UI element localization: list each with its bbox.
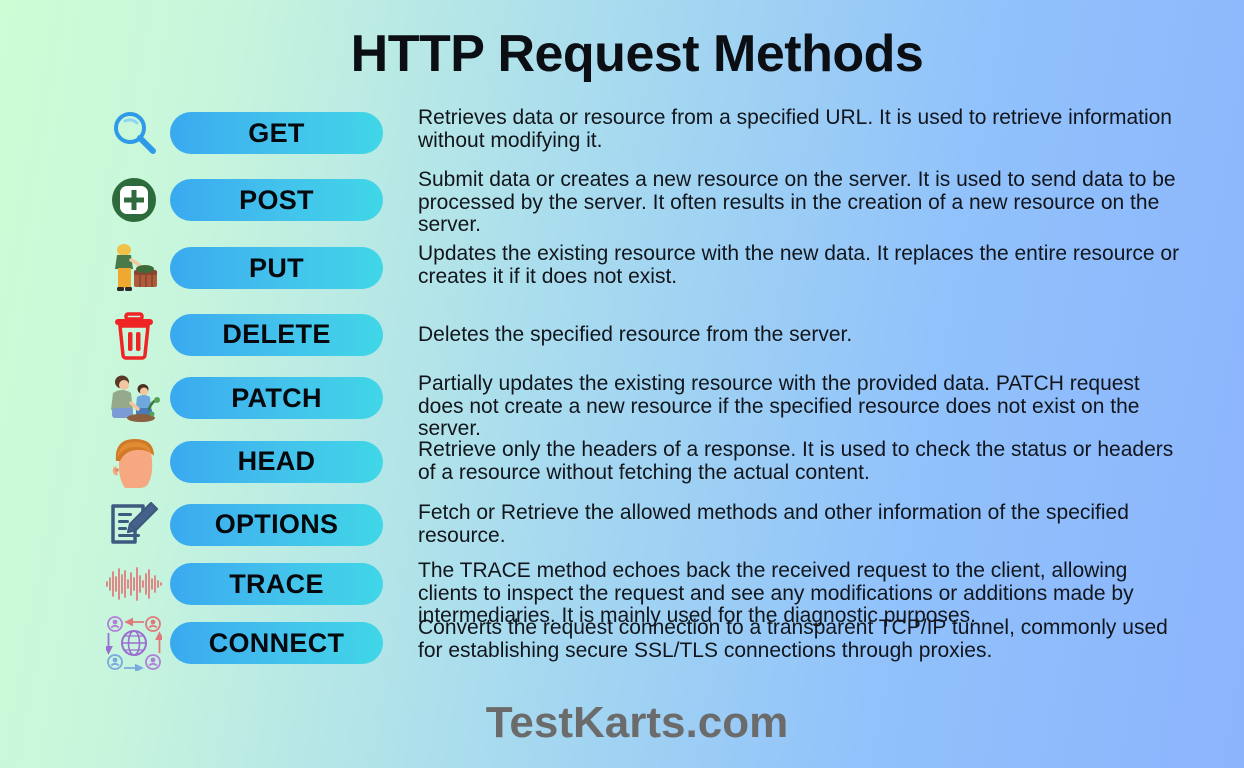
- method-row-delete: DELETE Deletes the specified resource fr…: [0, 302, 1244, 367]
- method-description-put: Updates the existing resource with the n…: [418, 242, 1180, 288]
- method-description-post: Submit data or creates a new resource on…: [418, 168, 1176, 237]
- method-pill-put[interactable]: PUT: [170, 247, 383, 289]
- method-left-trace: TRACE: [0, 555, 400, 613]
- method-row-trace: TRACE The TRACE method echoes back the r…: [0, 555, 1244, 627]
- method-row-head: HEAD Retrieve only the headers of a resp…: [0, 429, 1244, 494]
- page-title: HTTP Request Methods: [350, 25, 924, 83]
- method-description-options: Fetch or Retrieve the allowed methods an…: [418, 501, 1129, 547]
- method-row-get: GET Retrieves data or resource from a sp…: [0, 100, 1244, 166]
- audio-waveform-icon: [103, 558, 165, 610]
- method-left-get: GET: [0, 100, 400, 166]
- person-with-basket-icon: [103, 242, 165, 294]
- method-pill-post[interactable]: POST: [170, 179, 383, 221]
- method-pill-patch[interactable]: PATCH: [170, 377, 383, 419]
- method-description-connect: Converts the request connection to a tra…: [418, 616, 1168, 662]
- method-description-get: Retrieves data or resource from a specif…: [418, 106, 1172, 152]
- method-left-post: POST: [0, 166, 400, 234]
- method-row-connect: CONNECT Converts the request connection …: [0, 613, 1244, 673]
- method-row-put: PUT Updates the existing resource with t…: [0, 234, 1244, 302]
- globe-network-users-icon: [103, 616, 165, 671]
- method-left-head: HEAD: [0, 429, 400, 494]
- http-methods-infographic: HTTP Request Methods GET Retrieves data …: [0, 0, 1244, 768]
- method-description-delete: Deletes the specified resource from the …: [418, 323, 853, 346]
- circle-plus-icon: [103, 174, 165, 226]
- method-row-post: POST Submit data or creates a new resour…: [0, 166, 1244, 237]
- methods-list: GET Retrieves data or resource from a sp…: [0, 100, 1244, 673]
- method-pill-trace[interactable]: TRACE: [170, 563, 383, 605]
- method-row-patch: PATCH Partially updates the existing res…: [0, 367, 1244, 440]
- method-left-options: OPTIONS: [0, 494, 400, 555]
- method-left-patch: PATCH: [0, 367, 400, 429]
- method-left-put: PUT: [0, 234, 400, 302]
- method-left-delete: DELETE: [0, 302, 400, 367]
- method-description-head: Retrieve only the headers of a response.…: [418, 438, 1174, 484]
- magnifying-glass-icon: [103, 107, 165, 159]
- method-pill-connect[interactable]: CONNECT: [170, 622, 383, 664]
- method-pill-options[interactable]: OPTIONS: [170, 503, 383, 546]
- site-branding: TestKarts.com: [485, 698, 789, 747]
- method-pill-delete[interactable]: DELETE: [170, 313, 383, 356]
- method-row-options: OPTIONS Fetch or Retrieve the allowed me…: [0, 494, 1244, 555]
- people-gardening-icon: [103, 372, 165, 424]
- document-pencil-icon: [103, 499, 165, 551]
- head-profile-icon: [103, 436, 165, 488]
- method-left-connect: CONNECT: [0, 613, 400, 673]
- trash-can-icon: [103, 309, 165, 361]
- method-pill-head[interactable]: HEAD: [170, 440, 383, 483]
- method-pill-get[interactable]: GET: [170, 112, 383, 154]
